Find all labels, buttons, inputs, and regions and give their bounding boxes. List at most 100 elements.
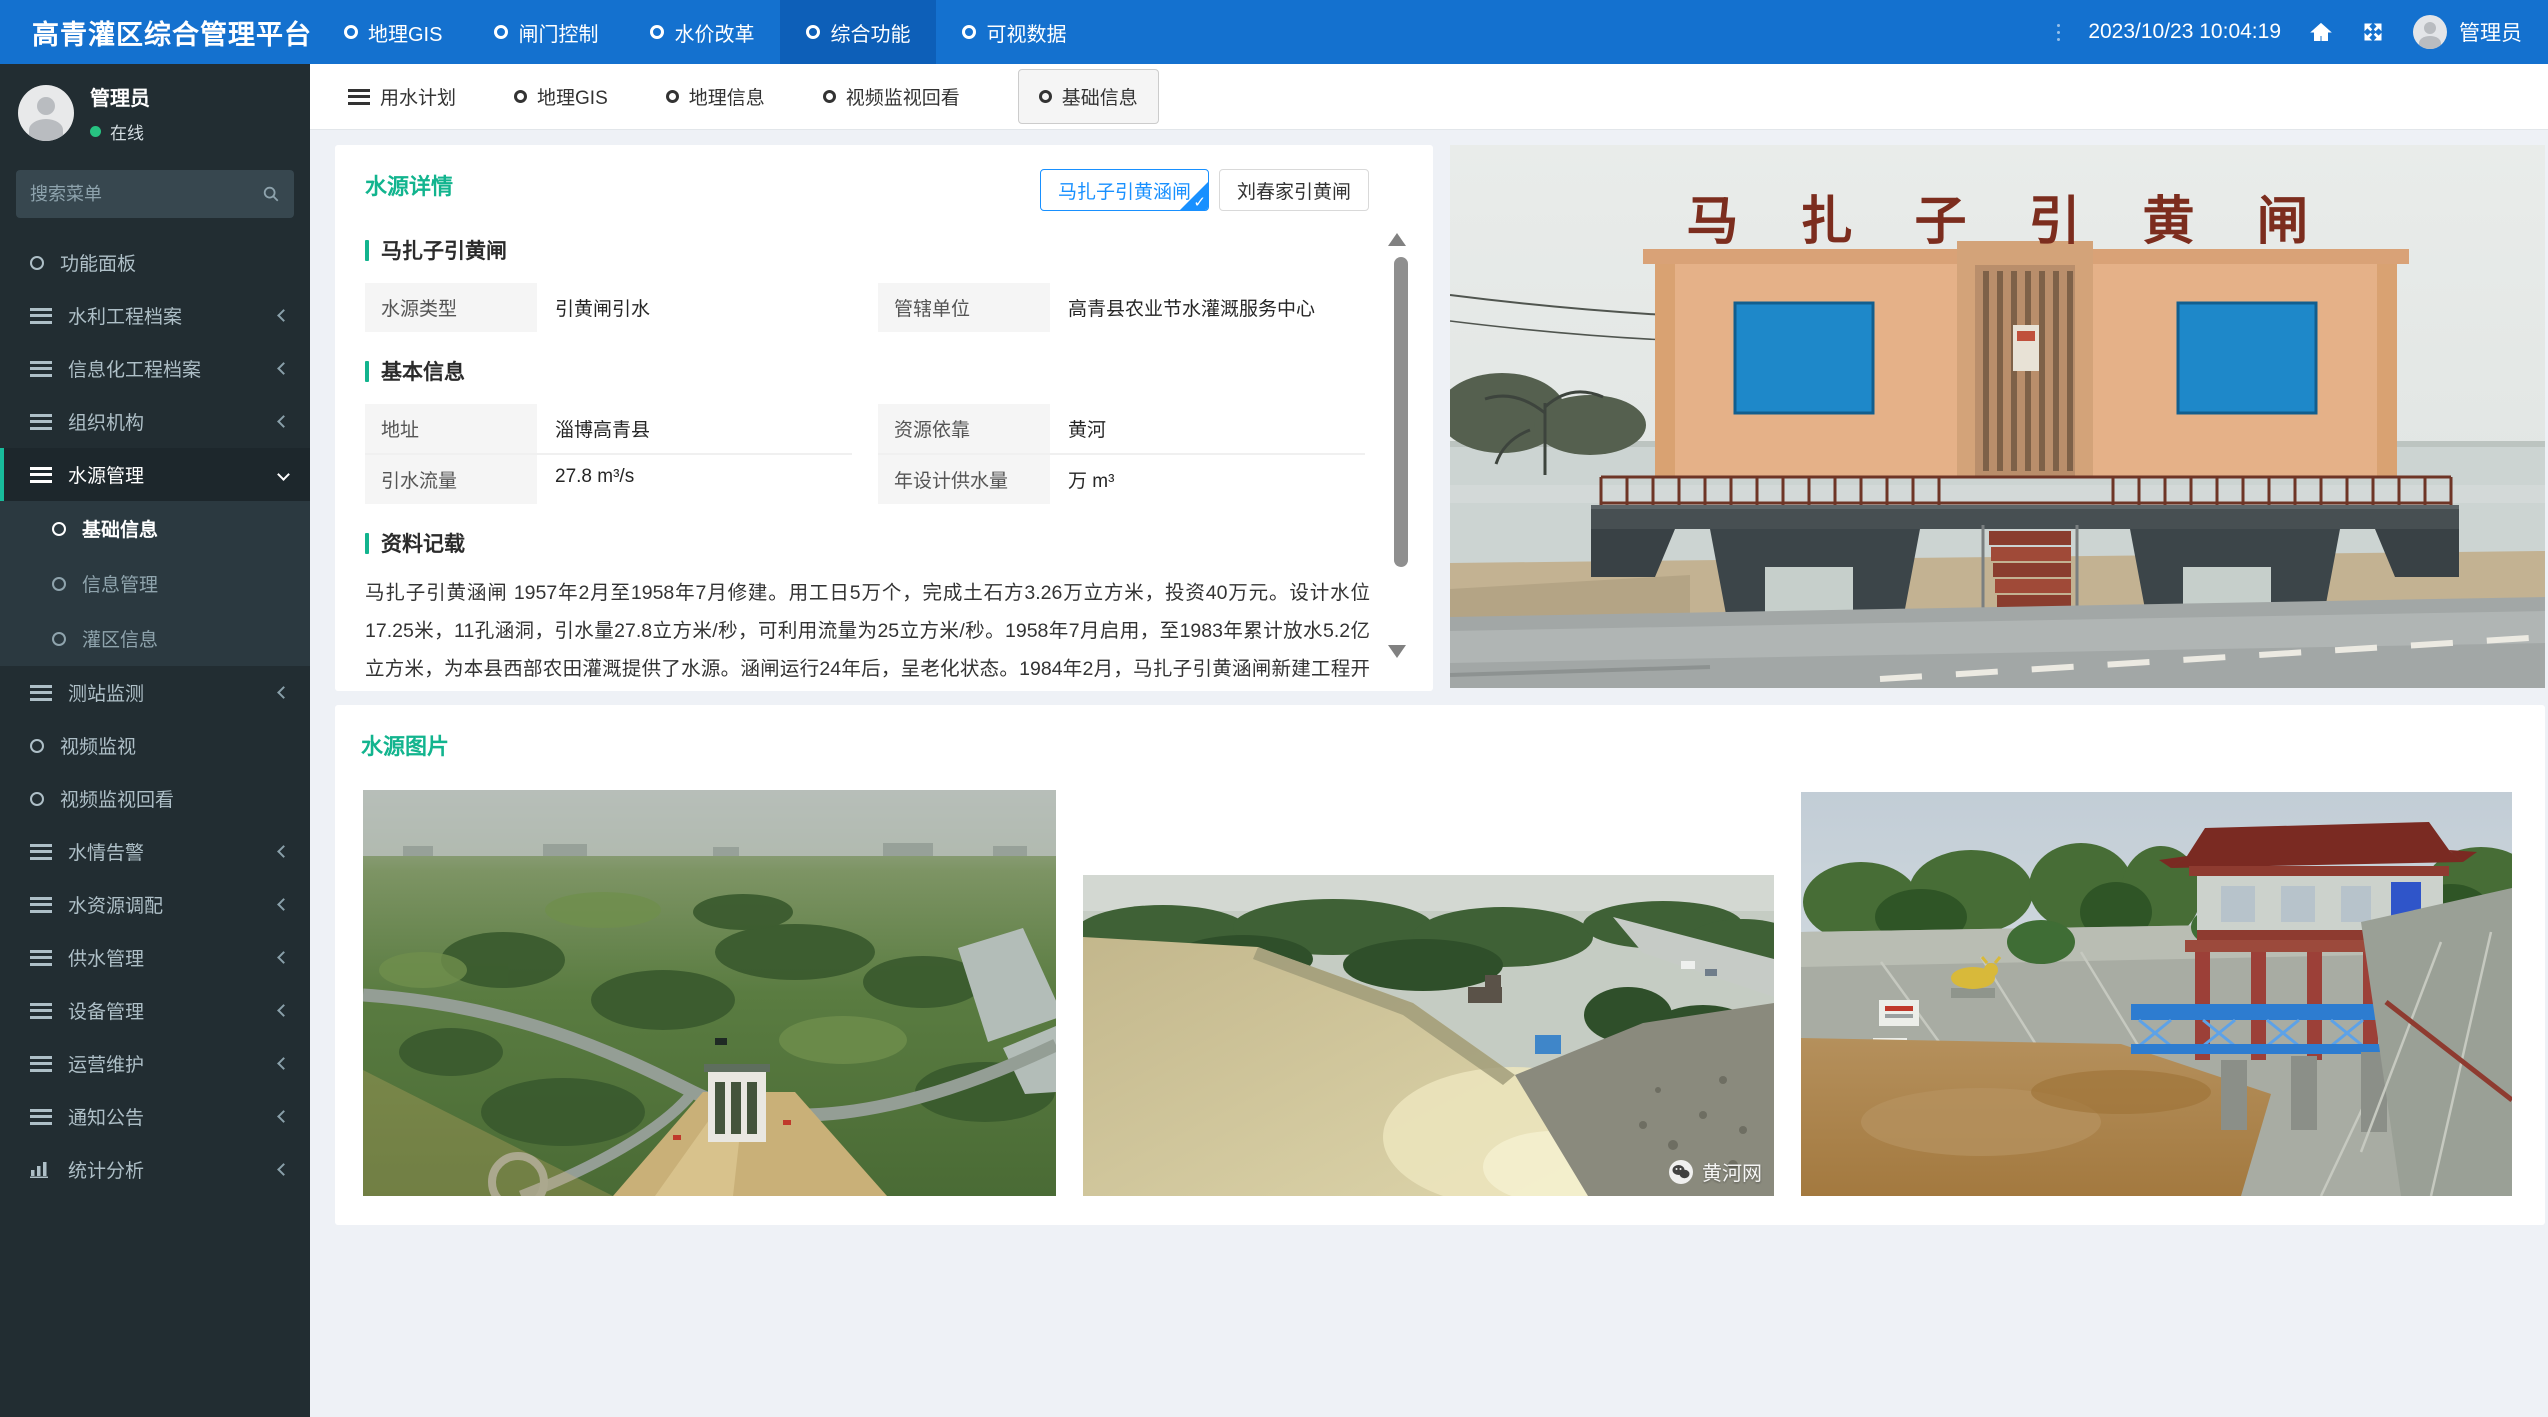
sidebar-item-device-mgmt[interactable]: 设备管理: [0, 984, 310, 1037]
check-icon: ✓: [1193, 195, 1206, 210]
list-icon: [30, 467, 52, 483]
list-icon: [30, 1056, 52, 1072]
sidebar-item-water-project-archive[interactable]: 水利工程档案: [0, 289, 310, 342]
sidebar-item-function-panel[interactable]: 功能面板: [0, 236, 310, 289]
sidebar-item-water-alarm[interactable]: 水情告警: [0, 825, 310, 878]
chevron-left-icon: [277, 898, 290, 911]
list-icon: [30, 1003, 52, 1019]
avatar: [18, 85, 74, 141]
topnav-label: 水价改革: [674, 18, 754, 47]
circle-icon: [30, 792, 44, 806]
topbar-right: 2023/10/23 10:04:19 管理员: [2057, 0, 2522, 64]
sidebar-item-station-monitor[interactable]: 测站监测: [0, 666, 310, 719]
circle-icon: [52, 632, 66, 646]
chevron-left-icon: [277, 415, 290, 428]
circle-icon: [806, 25, 820, 39]
field-row: 引水流量27.8 m³/s: [365, 455, 852, 504]
scrollbar-thumb[interactable]: [1394, 257, 1408, 567]
section-title-basic: 基本信息: [365, 356, 1403, 386]
chevron-left-icon: [277, 951, 290, 964]
sidebar-subitem-irrigation-info[interactable]: 灌区信息: [0, 611, 310, 666]
photo-yellow-river-shore[interactable]: 黄河网: [1083, 875, 1774, 1196]
sidebar-subitem-info-mgmt[interactable]: 信息管理: [0, 556, 310, 611]
sidebar-item-info-project-archive[interactable]: 信息化工程档案: [0, 342, 310, 395]
fullscreen-icon[interactable]: [2361, 20, 2385, 44]
sidebar-item-video-playback[interactable]: 视频监视回看: [0, 772, 310, 825]
topnav-label: 可视数据: [986, 18, 1066, 47]
sidebar: 管理员 在线 功能面板 水利工程档案 信息化工程档案 组织机构 水源管理 基础信…: [0, 64, 310, 1417]
detail-card-title: 水源详情: [365, 169, 453, 201]
section-title-record: 资料记载: [365, 528, 1403, 558]
sidebar-item-statistics[interactable]: 统计分析: [0, 1143, 310, 1196]
circle-icon: [52, 577, 66, 591]
sidebar-item-video-monitor[interactable]: 视频监视: [0, 719, 310, 772]
list-icon: [30, 897, 52, 913]
list-icon: [348, 89, 370, 105]
tab-water-use-plan[interactable]: 用水计划: [348, 83, 456, 110]
sidebar-item-operation-maintenance[interactable]: 运营维护: [0, 1037, 310, 1090]
source-button-liuchunjia[interactable]: 刘春家引黄闸: [1219, 169, 1369, 211]
chevron-left-icon: [277, 845, 290, 858]
list-icon: [30, 950, 52, 966]
list-icon: [30, 308, 52, 324]
sidebar-item-organization[interactable]: 组织机构: [0, 395, 310, 448]
online-dot-icon: [90, 126, 101, 137]
main-content: 用水计划 地理GIS 地理信息 视频监视回看 基础信息 水源详情 马扎子引黄涵闸…: [310, 64, 2548, 1417]
water-source-gallery-card: 水源图片: [335, 705, 2545, 1225]
aerial-photo-illustration: [363, 790, 1056, 1196]
sidebar-item-water-supply[interactable]: 供水管理: [0, 931, 310, 984]
photo-sluice-gate-structure[interactable]: [1801, 792, 2512, 1196]
topnav-item-visual-data[interactable]: 可视数据: [936, 0, 1092, 64]
circle-icon: [494, 25, 508, 39]
list-icon: [30, 844, 52, 860]
topnav-item-comprehensive[interactable]: 综合功能: [780, 0, 936, 64]
scrollbar-down-arrow[interactable]: [1388, 645, 1406, 658]
online-label: 在线: [110, 119, 144, 144]
photo-mazhazi-gate-building: 马扎子引黄闸: [1450, 145, 2545, 688]
search-icon[interactable]: [262, 184, 280, 204]
sluice-photo-illustration: [1801, 792, 2512, 1196]
app-window: 高青灌区综合管理平台 地理GIS 闸门控制 水价改革 综合功能 可视数据 202…: [0, 0, 2548, 1417]
topnav-item-gis[interactable]: 地理GIS: [318, 0, 468, 64]
topnav-item-water-price[interactable]: 水价改革: [624, 0, 780, 64]
source-button-mazhazi[interactable]: 马扎子引黄涵闸✓: [1040, 169, 1209, 211]
top-navigation: 地理GIS 闸门控制 水价改革 综合功能 可视数据: [318, 0, 1092, 64]
topnav-item-gate-control[interactable]: 闸门控制: [468, 0, 624, 64]
list-icon: [30, 1109, 52, 1125]
user-menu[interactable]: 管理员: [2413, 15, 2522, 49]
tab-basic-info[interactable]: 基础信息: [1018, 69, 1159, 124]
datetime-display: 2023/10/23 10:04:19: [2088, 20, 2281, 44]
tab-gis[interactable]: 地理GIS: [514, 83, 608, 110]
sidebar-item-water-dispatch[interactable]: 水资源调配: [0, 878, 310, 931]
circle-icon: [650, 25, 664, 39]
online-status: 在线: [90, 119, 150, 144]
topbar: 高青灌区综合管理平台 地理GIS 闸门控制 水价改革 综合功能 可视数据 202…: [0, 0, 2548, 64]
sidebar-item-notice[interactable]: 通知公告: [0, 1090, 310, 1143]
chevron-left-icon: [277, 1004, 290, 1017]
wechat-icon: [1668, 1159, 1694, 1185]
source-switch-buttons: 马扎子引黄涵闸✓ 刘春家引黄闸: [1040, 169, 1369, 211]
tab-geo-info[interactable]: 地理信息: [666, 83, 765, 110]
water-source-detail-card: 水源详情 马扎子引黄涵闸✓ 刘春家引黄闸 马扎子引黄闸 水源类型引黄闸引水 管辖…: [335, 145, 1433, 691]
photo-aerial-irrigation-area[interactable]: [363, 790, 1056, 1196]
watermark-text: 黄河网: [1702, 1157, 1762, 1186]
scrollbar-up-arrow[interactable]: [1388, 233, 1406, 246]
circle-icon: [344, 25, 358, 39]
app-title: 高青灌区综合管理平台: [0, 13, 318, 52]
watermark: 黄河网: [1668, 1157, 1762, 1186]
search-input[interactable]: [30, 184, 262, 205]
topnav-label: 闸门控制: [518, 18, 598, 47]
building-roof-calligraphy: 马扎子引黄闸: [1450, 179, 2545, 254]
circle-icon: [30, 256, 44, 270]
tabbar: 用水计划 地理GIS 地理信息 视频监视回看 基础信息: [310, 64, 2548, 130]
sidebar-item-water-source-mgmt[interactable]: 水源管理: [0, 448, 310, 501]
list-icon: [30, 414, 52, 430]
field-row: 水源类型引黄闸引水: [365, 283, 852, 332]
circle-icon: [514, 90, 527, 103]
sidebar-menu: 功能面板 水利工程档案 信息化工程档案 组织机构 水源管理 基础信息 信息管理 …: [0, 236, 310, 1196]
tab-video-playback[interactable]: 视频监视回看: [823, 83, 960, 110]
divider-dots-icon: [2057, 24, 2060, 41]
sidebar-subitem-basic-info[interactable]: 基础信息: [0, 501, 310, 556]
home-icon[interactable]: [2309, 20, 2333, 44]
circle-icon: [962, 25, 976, 39]
